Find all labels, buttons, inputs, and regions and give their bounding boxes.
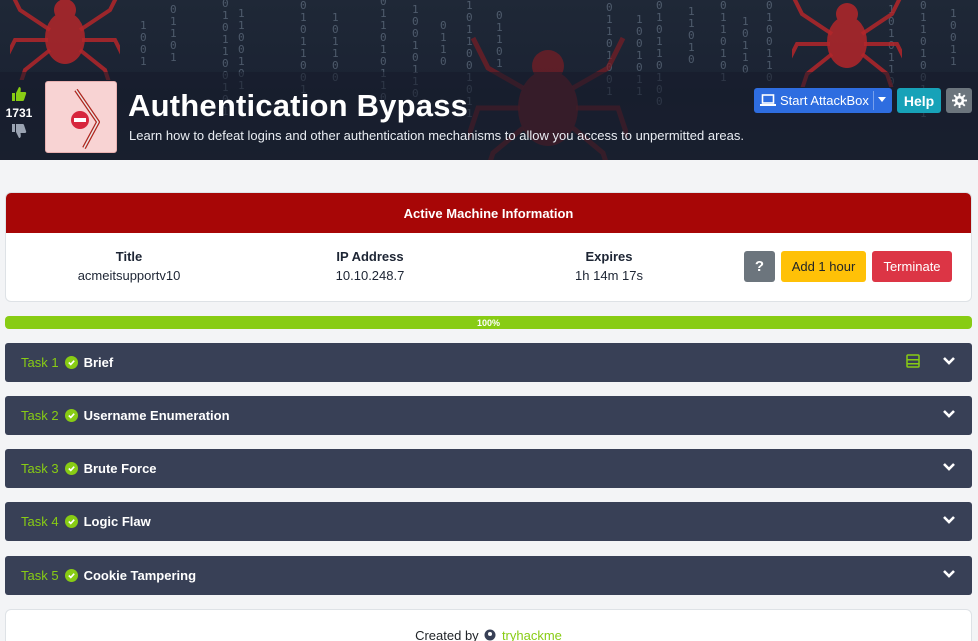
check-circle-icon [64,356,78,369]
help-button[interactable]: Help [897,88,941,113]
task-1[interactable]: Task 1 Brief [5,343,972,382]
room-banner: 0101100101 1100101 01011001 101100 01101… [0,0,978,160]
created-by-line: Created by tryhackme [6,628,971,641]
author-link[interactable]: tryhackme [502,628,562,641]
machine-help-button[interactable]: ? [744,251,775,282]
task-number: Task 1 [21,355,59,370]
room-progress-bar: 100% [5,316,972,329]
machine-title-value: acmeitsupportv10 [77,268,181,283]
created-by-label: Created by [415,628,479,641]
task-name: Cookie Tampering [83,568,197,583]
start-attackbox-label: Start AttackBox [780,93,869,108]
author-avatar-icon [484,629,496,641]
room-title: Authentication Bypass [128,88,469,123]
check-circle-icon [64,462,78,475]
task-name: Username Enumeration [83,408,230,423]
room-description: Learn how to defeat logins and other aut… [129,128,744,143]
check-circle-icon [64,409,78,422]
vote-widget: 1731 [4,86,34,139]
task-name: Brute Force [83,461,157,476]
machine-expires-column: Expires 1h 14m 17s [539,249,679,283]
task-4[interactable]: Task 4 Logic Flaw [5,502,972,541]
chevron-down-icon[interactable] [942,409,956,419]
task-2[interactable]: Task 2 Username Enumeration [5,396,972,435]
room-progress-fill: 100% [5,316,972,329]
room-footer: Created by tryhackme [5,609,972,641]
machine-ip-value[interactable]: 10.10.248.7 [300,268,440,283]
thumbs-up-icon[interactable] [11,86,27,102]
active-machine-card: Active Machine Information Title acmeits… [5,192,972,302]
task-number: Task 4 [21,514,59,529]
chevron-down-icon[interactable] [942,356,956,366]
settings-button[interactable] [946,88,972,113]
spider-left-icon [10,0,120,80]
no-entry-icon [71,88,100,149]
task-3[interactable]: Task 3 Brute Force [5,449,972,488]
chevron-down-icon[interactable] [942,462,956,472]
room-logo [45,81,117,153]
task-number: Task 2 [21,408,59,423]
split-divider [873,91,874,110]
machine-expires-label: Expires [585,249,633,264]
vote-count: 1731 [5,106,33,120]
check-circle-icon [64,515,78,528]
chevron-down-icon[interactable] [878,97,886,102]
task-name: Brief [83,355,114,370]
machine-expires-value: 1h 14m 17s [575,268,643,283]
server-icon[interactable] [906,354,920,368]
check-circle-icon [64,569,78,582]
chevron-down-icon[interactable] [942,569,956,579]
task-number: Task 3 [21,461,59,476]
gear-icon [951,93,967,108]
chevron-down-icon[interactable] [942,515,956,525]
add-hour-button[interactable]: Add 1 hour [781,251,866,282]
machine-ip-label: IP Address [336,249,404,264]
thumbs-down-icon[interactable] [11,123,27,139]
task-number: Task 5 [21,568,59,583]
laptop-icon [760,94,776,106]
task-5[interactable]: Task 5 Cookie Tampering [5,556,972,595]
task-name: Logic Flaw [83,514,151,529]
terminate-button[interactable]: Terminate [872,251,952,282]
machine-title-column: Title acmeitsupportv10 [59,249,199,283]
active-machine-body: Title acmeitsupportv10 IP Address 10.10.… [6,233,971,301]
active-machine-header: Active Machine Information [6,193,971,233]
machine-title-label: Title [115,249,143,264]
machine-ip-column: IP Address 10.10.248.7 [300,249,440,283]
start-attackbox-button[interactable]: Start AttackBox [754,88,892,113]
